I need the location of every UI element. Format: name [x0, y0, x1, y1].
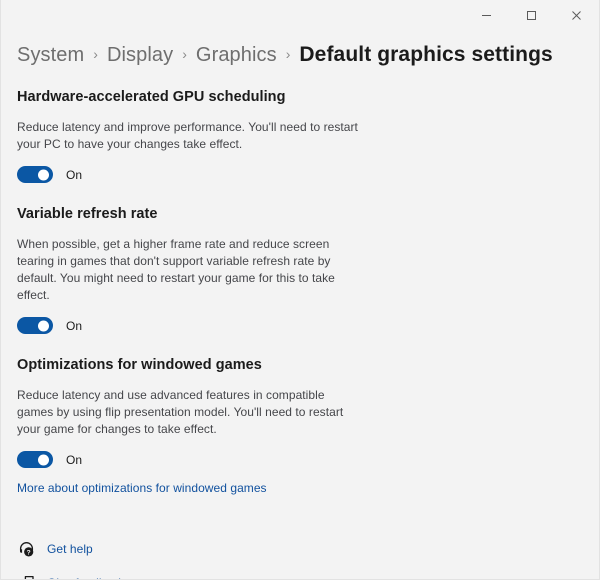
- section-title: Variable refresh rate: [17, 206, 158, 222]
- toggle-row: On: [17, 166, 583, 183]
- section-variable-refresh-rate: Variable refresh rate When possible, get…: [17, 204, 583, 334]
- section-windowed-game-optimizations: Optimizations for windowed games Reduce …: [17, 355, 583, 497]
- section-gpu-scheduling: Hardware-accelerated GPU scheduling Redu…: [17, 87, 583, 183]
- footer-links: ? Get help Give feedback: [1, 537, 599, 579]
- toggle-state-label: On: [66, 167, 83, 182]
- gpu-scheduling-toggle[interactable]: [17, 166, 53, 183]
- breadcrumb-separator-icon: ›: [93, 46, 98, 62]
- learn-more-link[interactable]: More about optimizations for windowed ga…: [17, 481, 267, 495]
- section-title: Optimizations for windowed games: [17, 357, 262, 373]
- page-title: Default graphics settings: [299, 43, 553, 66]
- breadcrumb-item-graphics[interactable]: Graphics: [196, 44, 277, 67]
- windowed-game-optimizations-toggle[interactable]: [17, 451, 53, 468]
- toggle-knob: [38, 320, 49, 331]
- breadcrumb-item-display[interactable]: Display: [107, 44, 173, 67]
- help-headset-icon: ?: [17, 540, 35, 558]
- toggle-state-label: On: [66, 318, 83, 333]
- section-description: Reduce latency and improve performance. …: [17, 120, 358, 151]
- toggle-state-label: On: [66, 452, 83, 467]
- section-title: Hardware-accelerated GPU scheduling: [17, 89, 286, 105]
- toggle-row: On: [17, 317, 583, 334]
- toggle-row: On: [17, 451, 583, 468]
- breadcrumb-separator-icon: ›: [285, 46, 291, 62]
- give-feedback-link[interactable]: Give feedback: [17, 571, 583, 579]
- toggle-knob: [38, 454, 49, 465]
- breadcrumb: System › Display › Graphics › Default gr…: [1, 31, 599, 67]
- feedback-person-icon: [17, 574, 35, 579]
- variable-refresh-rate-toggle[interactable]: [17, 317, 53, 334]
- svg-text:?: ?: [26, 549, 30, 556]
- section-description: Reduce latency and use advanced features…: [17, 388, 344, 436]
- close-icon: [571, 10, 582, 21]
- maximize-icon: [526, 10, 537, 21]
- get-help-link[interactable]: ? Get help: [17, 537, 583, 561]
- settings-content: Hardware-accelerated GPU scheduling Redu…: [1, 87, 599, 497]
- minimize-icon: [481, 10, 492, 21]
- breadcrumb-item-system[interactable]: System: [17, 44, 84, 67]
- footer-link-label: Give feedback: [47, 576, 124, 579]
- section-description: When possible, get a higher frame rate a…: [17, 237, 335, 302]
- title-bar: [1, 0, 599, 31]
- breadcrumb-separator-icon: ›: [182, 46, 187, 62]
- settings-window: System › Display › Graphics › Default gr…: [0, 0, 600, 580]
- maximize-button[interactable]: [509, 0, 554, 31]
- toggle-knob: [38, 169, 49, 180]
- footer-link-label: Get help: [47, 542, 93, 556]
- close-button[interactable]: [554, 0, 599, 31]
- minimize-button[interactable]: [464, 0, 509, 31]
